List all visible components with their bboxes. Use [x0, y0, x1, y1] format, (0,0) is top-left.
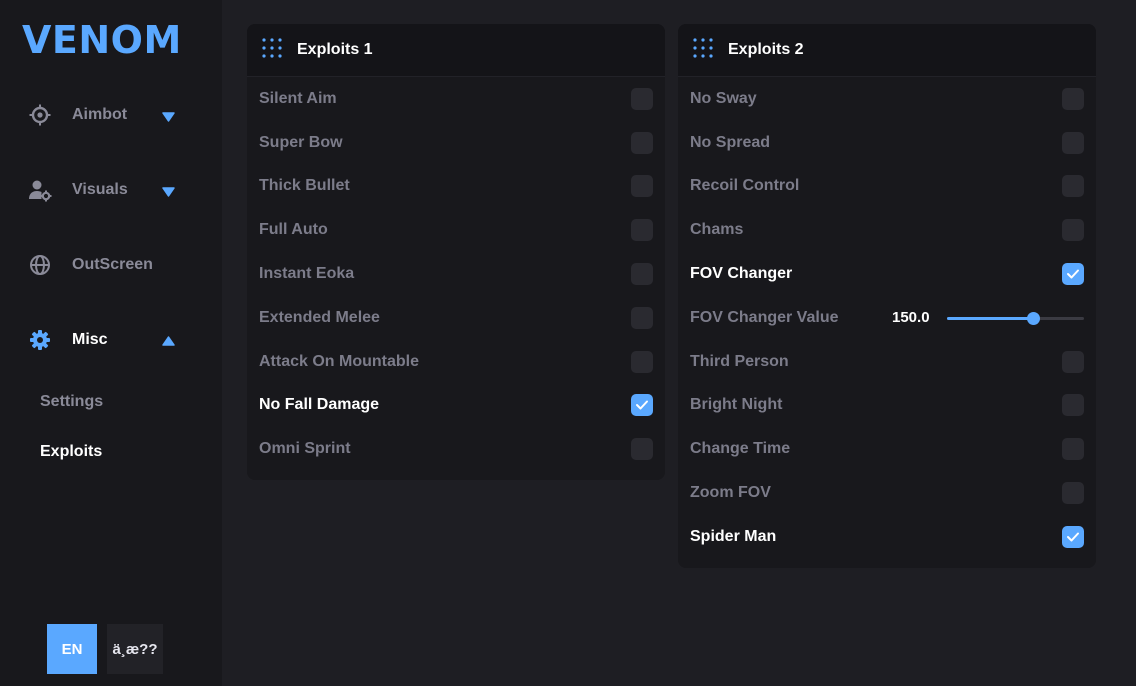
globe-icon [28, 253, 52, 277]
grid-dots-icon [692, 37, 714, 64]
caret-up-icon [162, 334, 175, 352]
panel-exploits-2: Exploits 2 No Sway No Spread Recoil Cont… [678, 24, 1096, 568]
language-en-button[interactable]: EN [47, 624, 97, 674]
option-list: No Sway No Spread Recoil Control Chams F… [678, 77, 1096, 559]
nav-item-label: Aimbot [72, 106, 128, 123]
option-omni-sprint: Omni Sprint [247, 427, 665, 471]
sidebar: VENOM Aimbot Visuals OutScreen Misc Sett… [0, 0, 222, 686]
panel-header: Exploits 1 [247, 24, 665, 77]
option-checkbox[interactable] [1062, 219, 1084, 242]
option-list: Silent Aim Super Bow Thick Bullet Full A… [247, 77, 665, 471]
nav-item-outscreen[interactable]: OutScreen [28, 252, 188, 278]
check-icon [1067, 269, 1079, 279]
option-checkbox[interactable] [631, 263, 653, 286]
option-no-fall-damage: No Fall Damage [247, 384, 665, 428]
option-checkbox[interactable] [631, 350, 653, 373]
fov-slider[interactable] [947, 311, 1084, 325]
option-label: Super Bow [259, 133, 343, 151]
app-window: VENOM Aimbot Visuals OutScreen Misc Sett… [0, 0, 1136, 686]
slider-handle[interactable] [1027, 311, 1041, 325]
option-label: Recoil Control [690, 177, 800, 195]
option-label: FOV Changer [690, 265, 793, 283]
caret-down-icon [162, 184, 175, 202]
option-checkbox[interactable] [631, 438, 653, 461]
nav-item-label: Visuals [72, 181, 128, 198]
option-label: Spider Man [690, 527, 777, 545]
nav-item-label: Misc [72, 331, 108, 348]
option-checkbox[interactable] [631, 175, 653, 198]
option-fov-changer: FOV Changer [678, 252, 1096, 296]
option-checkbox[interactable] [1062, 263, 1084, 286]
option-recoil-control: Recoil Control [678, 165, 1096, 209]
option-no-spread: No Spread [678, 121, 1096, 165]
option-silent-aim: Silent Aim [247, 77, 665, 121]
option-attack-on-mountable: Attack On Mountable [247, 340, 665, 384]
option-checkbox[interactable] [631, 394, 653, 417]
panel-title: Exploits 1 [297, 41, 373, 58]
panel-exploits-1: Exploits 1 Silent Aim Super Bow Thick Bu… [247, 24, 665, 480]
option-label: No Spread [690, 133, 771, 151]
option-checkbox[interactable] [631, 306, 653, 329]
user-gear-icon [28, 178, 52, 202]
nav-item-misc[interactable]: Misc [28, 327, 188, 353]
option-label: Instant Eoka [259, 265, 355, 283]
option-checkbox[interactable] [631, 219, 653, 242]
grid-dots-icon [261, 37, 283, 64]
option-bright-night: Bright Night [678, 384, 1096, 428]
option-label: FOV Changer Value [690, 308, 839, 326]
crosshair-icon [28, 103, 52, 127]
option-checkbox[interactable] [1062, 87, 1084, 110]
option-checkbox[interactable] [1062, 175, 1084, 198]
check-icon [636, 400, 648, 410]
option-label: Change Time [690, 440, 791, 458]
subnav-settings[interactable]: Settings [40, 393, 103, 411]
option-label: Full Auto [259, 221, 328, 239]
option-spider-man: Spider Man [678, 515, 1096, 559]
option-zoom-fov: Zoom FOV [678, 471, 1096, 515]
panel-title: Exploits 2 [728, 41, 804, 58]
subnav-exploits[interactable]: Exploits [40, 443, 102, 461]
option-checkbox[interactable] [1062, 131, 1084, 154]
option-instant-eoka: Instant Eoka [247, 252, 665, 296]
option-chams: Chams [678, 208, 1096, 252]
option-change-time: Change Time [678, 427, 1096, 471]
option-label: Omni Sprint [259, 440, 351, 458]
option-label: Zoom FOV [690, 484, 771, 502]
option-label: Attack On Mountable [259, 352, 420, 370]
option-checkbox[interactable] [1062, 438, 1084, 461]
option-label: No Fall Damage [259, 396, 380, 414]
option-label: Thick Bullet [259, 177, 350, 195]
option-checkbox[interactable] [1062, 350, 1084, 373]
option-checkbox[interactable] [1062, 394, 1084, 417]
gear-icon [28, 328, 52, 352]
nav-item-label: OutScreen [72, 256, 153, 273]
option-super-bow: Super Bow [247, 121, 665, 165]
option-fov-changer-value: FOV Changer Value 150.0 [678, 296, 1096, 340]
panel-header: Exploits 2 [678, 24, 1096, 77]
slider-fill [947, 316, 1034, 320]
check-icon [1067, 532, 1079, 542]
option-no-sway: No Sway [678, 77, 1096, 121]
option-label: Silent Aim [259, 89, 337, 107]
option-checkbox[interactable] [631, 87, 653, 110]
option-checkbox[interactable] [1062, 525, 1084, 548]
option-thick-bullet: Thick Bullet [247, 165, 665, 209]
option-third-person: Third Person [678, 340, 1096, 384]
nav-item-visuals[interactable]: Visuals [28, 177, 188, 203]
option-extended-melee: Extended Melee [247, 296, 665, 340]
language-zh-button[interactable]: ä¸­æ?? [107, 624, 163, 674]
caret-down-icon [162, 109, 175, 127]
slider-value: 150.0 [892, 309, 930, 327]
option-label: Chams [690, 221, 744, 239]
brand-logo: VENOM [22, 18, 182, 62]
option-checkbox[interactable] [631, 131, 653, 154]
option-full-auto: Full Auto [247, 208, 665, 252]
option-label: No Sway [690, 89, 757, 107]
option-checkbox[interactable] [1062, 482, 1084, 505]
option-label: Third Person [690, 352, 789, 370]
option-label: Extended Melee [259, 308, 380, 326]
nav-item-aimbot[interactable]: Aimbot [28, 102, 188, 128]
option-label: Bright Night [690, 396, 783, 414]
